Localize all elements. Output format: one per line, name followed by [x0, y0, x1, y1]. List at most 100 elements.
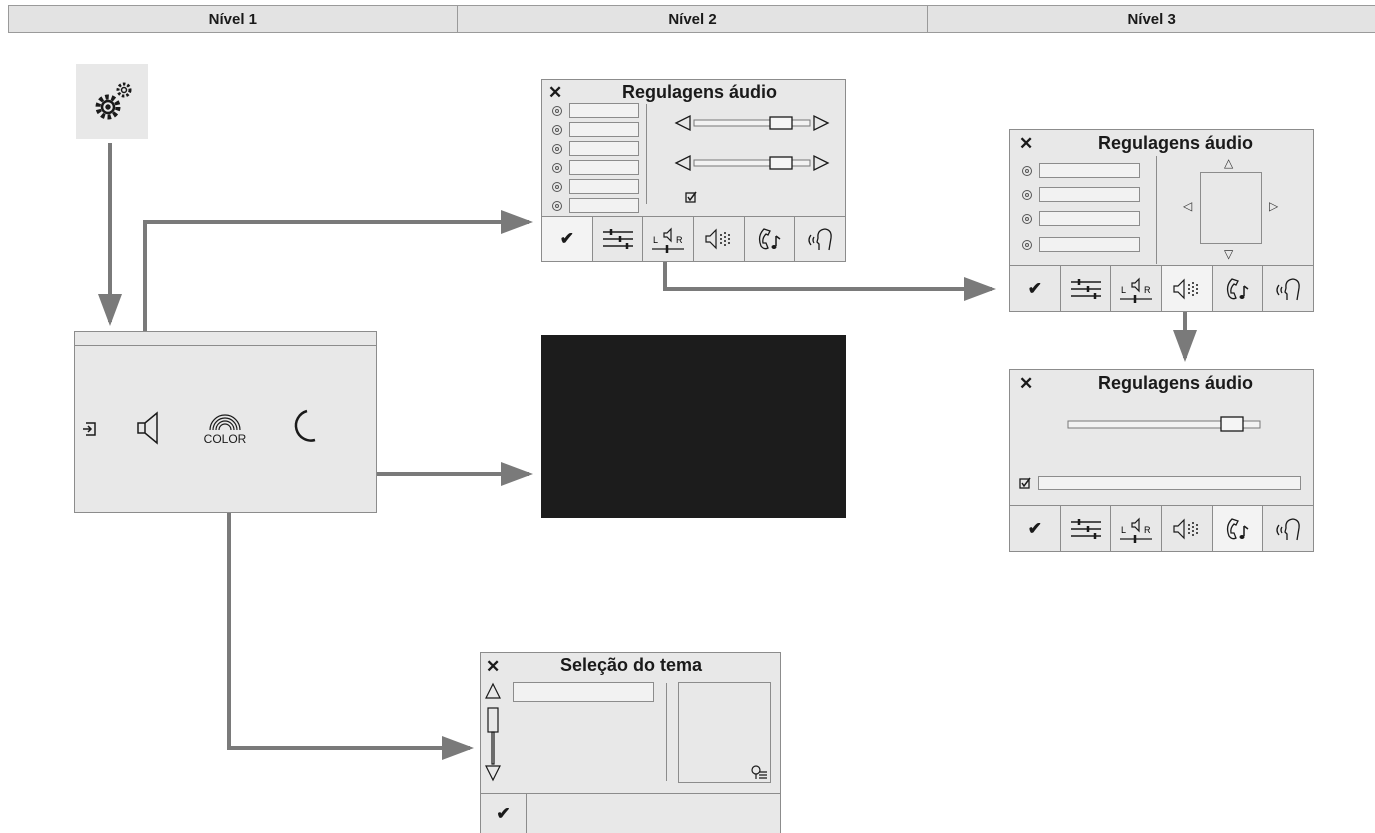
audio-tab-bar: ✔ LR	[542, 216, 845, 261]
radio-option[interactable]	[552, 163, 562, 173]
svg-text:R: R	[676, 235, 683, 245]
scroll-up-icon	[485, 682, 501, 699]
tab-voice[interactable]	[1263, 506, 1313, 551]
radio-option[interactable]	[1022, 166, 1032, 176]
column-divider	[646, 104, 647, 204]
check-icon: ✔	[1027, 278, 1042, 298]
slider-1[interactable]	[674, 114, 830, 132]
equalizer-icon	[602, 229, 633, 249]
radio-option[interactable]	[552, 125, 562, 135]
tab-sound-spread[interactable]	[694, 217, 745, 261]
option-field[interactable]	[1039, 187, 1140, 202]
sound-spread-icon	[705, 228, 730, 250]
equalizer-icon	[1070, 278, 1101, 299]
option-field[interactable]	[1038, 476, 1301, 490]
tab-confirm[interactable]: ✔	[542, 217, 593, 261]
option-field[interactable]	[569, 179, 639, 194]
theme-list-item[interactable]	[513, 682, 654, 702]
triangle-left-icon[interactable]: ◁	[1183, 200, 1192, 212]
option-field[interactable]	[569, 141, 639, 156]
radio-option[interactable]	[552, 182, 562, 192]
theme-preview	[678, 682, 771, 783]
svg-text:L: L	[1121, 525, 1126, 535]
check-icon: ✔	[1027, 518, 1042, 538]
check-icon: ✔	[559, 229, 574, 248]
tab-equalizer[interactable]	[593, 217, 644, 261]
balance-lr-icon: LR	[652, 227, 685, 253]
svg-text:L: L	[653, 235, 658, 245]
tab-confirm[interactable]: ✔	[1010, 506, 1061, 551]
option-field[interactable]	[569, 198, 639, 213]
check-icon: ✔	[496, 803, 511, 823]
tab-balance[interactable]: LR	[1111, 506, 1163, 551]
dark-screen	[541, 335, 846, 518]
tab-phone-music[interactable]	[1212, 506, 1264, 551]
sound-spread-icon	[1173, 518, 1198, 539]
slider-3[interactable]	[1066, 414, 1262, 434]
option-field[interactable]	[1039, 163, 1140, 178]
checkbox-icon[interactable]	[685, 191, 697, 203]
vertical-scrollbar[interactable]	[483, 681, 503, 785]
tab-balance[interactable]: LR	[1111, 266, 1163, 311]
audio-tab-bar: ✔ LR	[1010, 265, 1313, 311]
option-field[interactable]	[1039, 211, 1140, 226]
sound-spread-icon	[1173, 278, 1198, 299]
svg-text:R: R	[1144, 525, 1151, 535]
radio-option[interactable]	[1022, 190, 1032, 200]
audio-tab-bar: ✔ LR	[1010, 505, 1313, 551]
option-field[interactable]	[1039, 237, 1140, 252]
arrow-balance-to-level3	[663, 260, 996, 301]
close-icon[interactable]: ✕	[548, 84, 562, 101]
tab-equalizer[interactable]	[1061, 506, 1112, 551]
radio-option[interactable]	[1022, 240, 1032, 250]
radio-option[interactable]	[1022, 214, 1032, 224]
balance-grid[interactable]	[1200, 172, 1262, 244]
option-field[interactable]	[569, 122, 639, 137]
color-label: COLOR	[203, 432, 247, 446]
crescent-moon-icon[interactable]	[287, 408, 317, 444]
triangle-right-icon[interactable]: ▷	[1269, 200, 1278, 212]
tab-balance[interactable]: LR	[643, 217, 695, 261]
settings-button[interactable]	[76, 64, 148, 139]
tab-phone-music[interactable]	[745, 217, 796, 261]
color-button[interactable]: COLOR	[195, 410, 255, 452]
option-field[interactable]	[569, 160, 639, 175]
phone-music-icon	[1226, 277, 1248, 299]
voice-icon	[1276, 277, 1300, 300]
theme-selection-panel: ✕ Seleção do tema ✔	[480, 652, 781, 833]
panel-title: Regulagens áudio	[622, 82, 778, 102]
audio-settings-panel: ✕ Regulagens áudio ✔ LR	[541, 79, 846, 262]
tab-confirm[interactable]: ✔	[1010, 266, 1061, 311]
speaker-icon[interactable]	[135, 411, 163, 445]
menu-divider	[75, 345, 376, 346]
triangle-down-icon[interactable]: ▽	[1224, 248, 1233, 260]
checkbox-icon[interactable]	[1019, 477, 1031, 489]
tab-voice[interactable]	[1263, 266, 1313, 311]
tab-voice[interactable]	[795, 217, 845, 261]
triangle-up-icon[interactable]: △	[1224, 157, 1233, 169]
svg-text:L: L	[1121, 285, 1126, 295]
phone-music-icon	[1226, 517, 1248, 539]
close-icon[interactable]: ✕	[1019, 375, 1033, 392]
equalizer-icon	[1070, 518, 1101, 539]
tab-sound-spread[interactable]	[1162, 266, 1213, 311]
preview-zoom-icon[interactable]	[750, 764, 768, 780]
radio-option[interactable]	[552, 144, 562, 154]
option-field[interactable]	[569, 103, 639, 118]
radio-option[interactable]	[552, 201, 562, 211]
slider-2[interactable]	[674, 154, 830, 172]
phone-music-icon	[758, 228, 780, 250]
tab-confirm[interactable]: ✔	[481, 794, 527, 833]
tab-equalizer[interactable]	[1061, 266, 1112, 311]
exit-icon[interactable]	[81, 421, 97, 437]
radio-option[interactable]	[552, 106, 562, 116]
close-icon[interactable]: ✕	[1019, 135, 1033, 152]
column-divider	[1156, 156, 1157, 264]
tab-sound-spread[interactable]	[1162, 506, 1213, 551]
close-icon[interactable]: ✕	[486, 658, 500, 675]
tab-empty	[527, 794, 780, 833]
settings-menu-panel: COLOR	[74, 331, 377, 513]
balance-lr-icon: LR	[1120, 277, 1153, 303]
gears-icon	[95, 82, 132, 120]
tab-phone-music[interactable]	[1213, 266, 1264, 311]
